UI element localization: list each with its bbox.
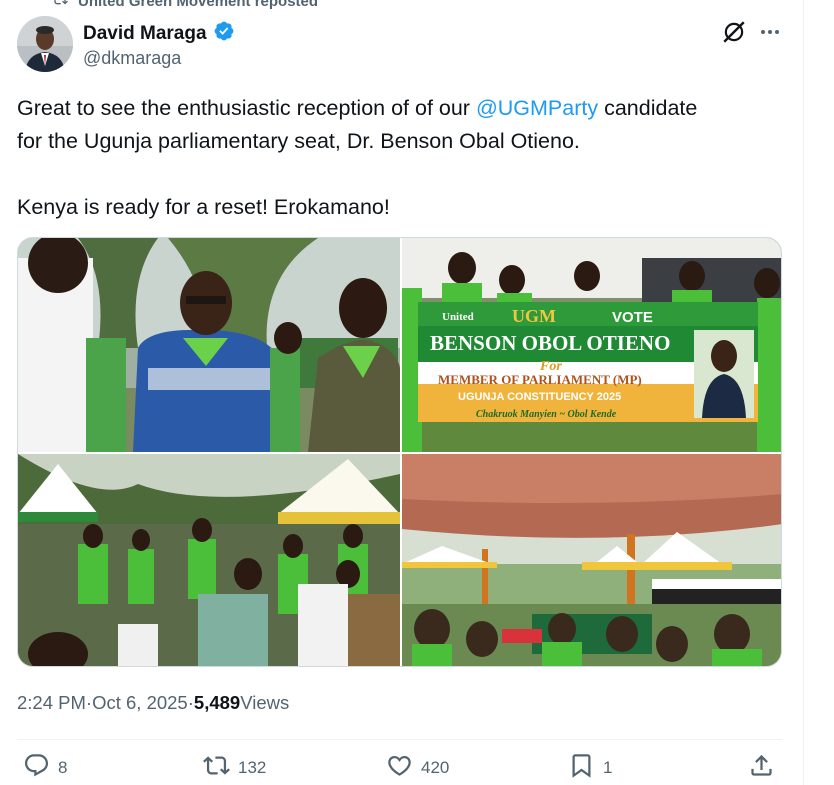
tweet-time[interactable]: 2:24 PM	[17, 692, 86, 714]
repost-label: United Green Movement reposted	[78, 0, 319, 10]
banner-constituency: UGUNJA CONSTITUENCY 2025	[458, 391, 621, 403]
repost-count: 132	[238, 758, 267, 777]
banner-office: MEMBER OF PARLIAMENT (MP)	[438, 372, 642, 387]
repost-header[interactable]: United Green Movement reposted	[52, 0, 318, 10]
column-border	[803, 0, 804, 785]
verified-badge-icon	[213, 20, 235, 47]
share-icon	[748, 752, 775, 784]
tweet-text-segment: candidate	[598, 96, 698, 120]
tweet-text: Great to see the enthusiastic reception …	[17, 92, 792, 224]
grok-button[interactable]	[720, 20, 748, 48]
more-options-button[interactable]	[756, 20, 784, 48]
author-handle[interactable]: @dkmaraga	[83, 48, 181, 69]
views-label: Views	[240, 692, 290, 713]
tweet-line-2: for the Ugunja parliamentary seat, Dr. B…	[17, 129, 580, 153]
share-button[interactable]	[748, 752, 775, 784]
divider	[17, 739, 782, 740]
repost-button[interactable]: 132	[203, 752, 266, 784]
reply-count: 8	[58, 758, 68, 777]
tweet-line-1: Great to see the enthusiastic reception …	[17, 92, 792, 125]
reply-icon	[23, 752, 50, 784]
reply-button[interactable]: 8	[23, 752, 67, 784]
banner-vote: VOTE	[612, 309, 653, 326]
photo-3[interactable]	[18, 454, 400, 666]
banner-slogan: Chakruok Manyien ~ Obol Kende	[476, 409, 617, 420]
tweet-text-segment: Great to see the enthusiastic reception …	[17, 96, 476, 120]
like-button[interactable]: 420	[386, 752, 449, 784]
more-dots-icon	[758, 20, 782, 49]
views-count: 5,489	[193, 692, 241, 713]
photo-2[interactable]: United UGM VOTE BENSON OBOL OTIENO For M…	[402, 238, 781, 452]
tweet-line-3: Kenya is ready for a reset! Erokamano!	[17, 195, 390, 219]
tweet-blank-line	[17, 158, 792, 191]
tweet-date[interactable]: Oct 6, 2025	[92, 692, 188, 714]
mention-link[interactable]: @UGMParty	[476, 96, 598, 120]
bookmark-icon	[568, 752, 595, 784]
banner-party-small: United	[442, 311, 474, 323]
photo-1[interactable]	[18, 238, 400, 452]
heart-icon	[386, 752, 413, 784]
author-display-name[interactable]: David Maraga	[83, 23, 207, 45]
banner-party: UGM	[512, 306, 556, 326]
repost-icon	[203, 752, 230, 784]
avatar[interactable]	[17, 16, 73, 72]
bookmark-count: 1	[603, 758, 613, 777]
like-count: 420	[421, 758, 450, 777]
media-grid: United UGM VOTE BENSON OBOL OTIENO For M…	[17, 237, 782, 667]
repost-icon	[52, 0, 68, 11]
author-name-row[interactable]: David Maraga	[83, 20, 235, 47]
action-bar: 8 132 420 1	[0, 752, 804, 785]
bookmark-button[interactable]: 1	[568, 752, 612, 784]
photo-4[interactable]	[402, 454, 781, 666]
banner-candidate: BENSON OBOL OTIENO	[430, 331, 670, 355]
grok-icon	[721, 19, 747, 50]
tweet-metadata: 2:24 PM · Oct 6, 2025 · 5,489 Views	[17, 692, 289, 714]
